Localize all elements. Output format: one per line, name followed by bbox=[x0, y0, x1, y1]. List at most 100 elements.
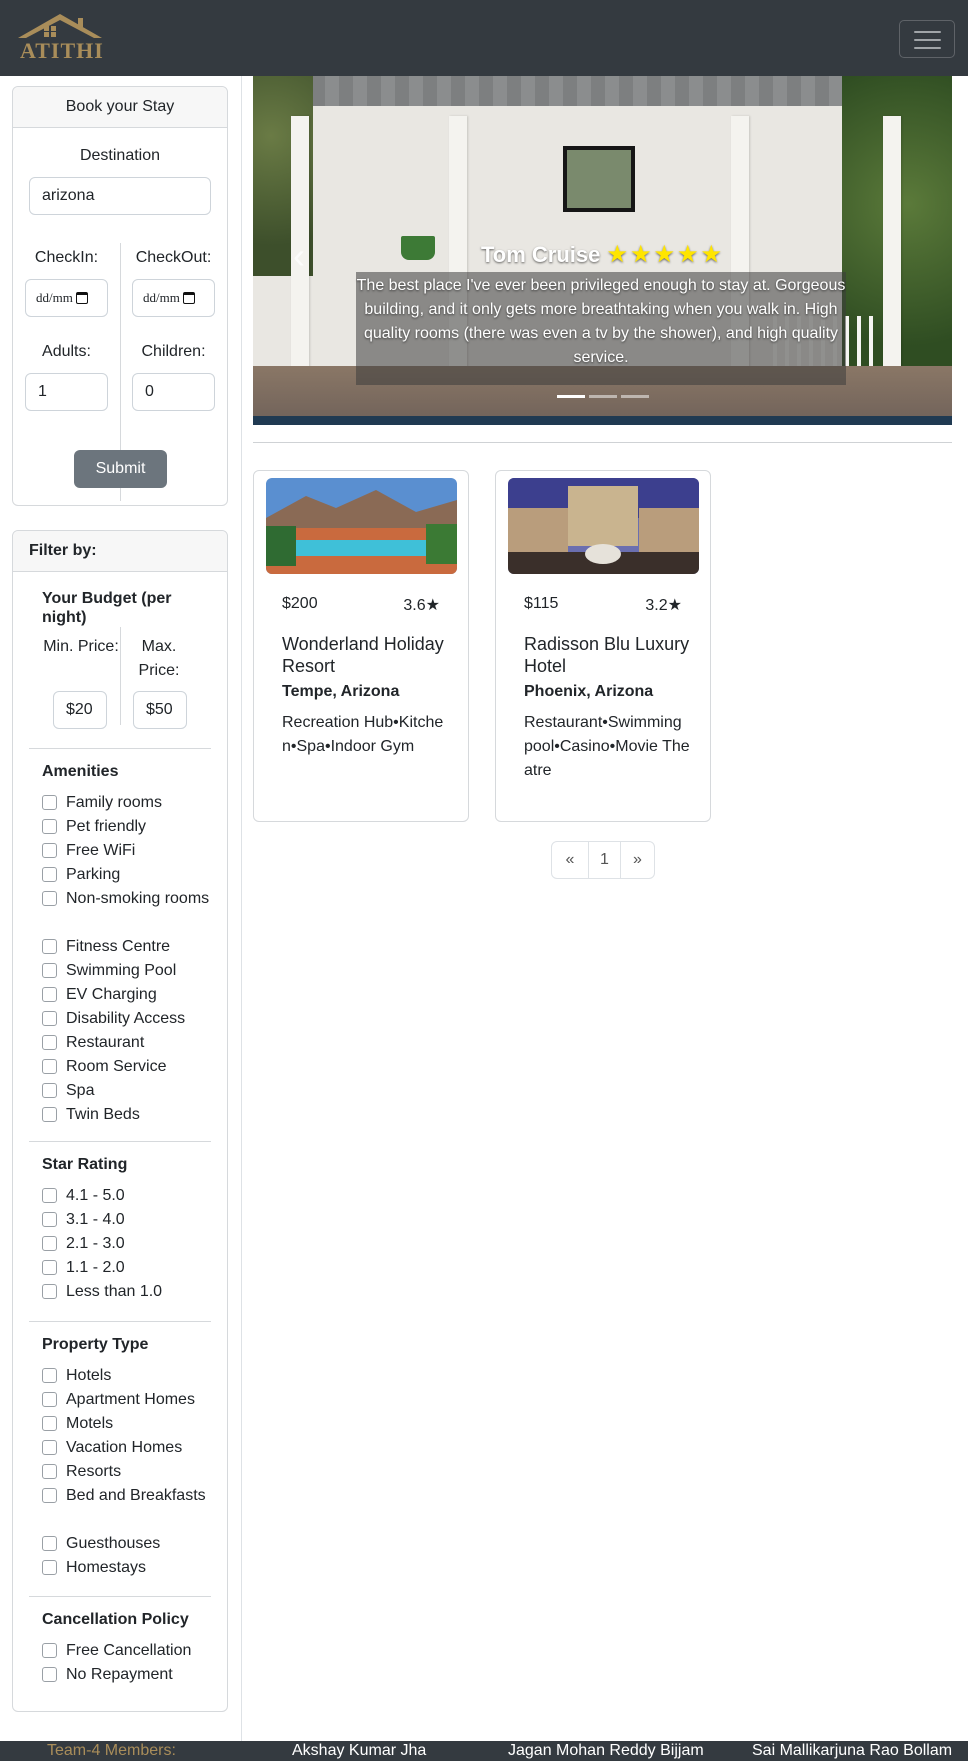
amenity-option[interactable]: Pet friendly bbox=[42, 815, 212, 839]
property-type-option[interactable]: Motels bbox=[42, 1412, 212, 1436]
property-type-option[interactable]: Hotels bbox=[42, 1364, 212, 1388]
hotel-rating: 3.6★ bbox=[403, 595, 440, 615]
amenity-option[interactable]: Free WiFi bbox=[42, 839, 212, 863]
property-type-option-label: Resorts bbox=[66, 1463, 122, 1480]
menu-toggle-button[interactable] bbox=[899, 20, 955, 58]
star-rating-option[interactable]: 2.1 - 3.0 bbox=[42, 1232, 212, 1256]
footer: Team-4 Members: Akshay Kumar Jha Jagan M… bbox=[0, 1741, 968, 1761]
amenity-option[interactable]: EV Charging bbox=[42, 983, 212, 1007]
property-type-option[interactable]: Homestays bbox=[42, 1556, 212, 1580]
max-price-input[interactable]: $50 bbox=[133, 691, 187, 729]
children-input[interactable]: 0 bbox=[132, 373, 215, 411]
checkbox[interactable] bbox=[42, 939, 57, 954]
review-carousel: ‹ Tom Cruise ★★★★★ The best place I've e… bbox=[253, 76, 952, 425]
checkbox[interactable] bbox=[42, 891, 57, 906]
checkbox[interactable] bbox=[42, 1188, 57, 1203]
hotel-name[interactable]: Wonderland Holiday Resort bbox=[282, 633, 452, 677]
property-type-option[interactable]: Vacation Homes bbox=[42, 1436, 212, 1460]
checkbox[interactable] bbox=[42, 1464, 57, 1479]
pagination-page[interactable]: 1 bbox=[588, 842, 620, 878]
checkbox[interactable] bbox=[42, 1059, 57, 1074]
destination-input[interactable]: arizona bbox=[29, 177, 211, 215]
star-rating-option[interactable]: Less than 1.0 bbox=[42, 1280, 212, 1304]
checkbox[interactable] bbox=[42, 843, 57, 858]
amenity-option[interactable]: Twin Beds bbox=[42, 1103, 212, 1127]
cancellation-option[interactable]: Free Cancellation bbox=[42, 1639, 212, 1663]
hotel-amenities: Recreation Hub•Kitchen•Spa•Indoor Gym bbox=[282, 714, 444, 755]
min-price-label: Min. Price: bbox=[43, 638, 119, 655]
children-label: Children: bbox=[141, 343, 206, 360]
review-text: The best place I've ever been privileged… bbox=[356, 277, 846, 366]
calendar-icon[interactable] bbox=[75, 292, 88, 304]
hotel-amenities: Restaurant•Swimming pool•Casino•Movie Th… bbox=[524, 714, 690, 779]
amenity-option[interactable]: Disability Access bbox=[42, 1007, 212, 1031]
star-rating-option[interactable]: 3.1 - 4.0 bbox=[42, 1208, 212, 1232]
hotel-card[interactable]: $115 3.2★ Radisson Blu Luxury Hotel Phoe… bbox=[495, 470, 711, 822]
hotel-image[interactable] bbox=[508, 478, 699, 574]
checkbox[interactable] bbox=[42, 1440, 57, 1455]
min-price-input[interactable]: $20 bbox=[53, 691, 107, 729]
checkbox[interactable] bbox=[42, 1212, 57, 1227]
checkbox[interactable] bbox=[42, 819, 57, 834]
amenity-option[interactable]: Spa bbox=[42, 1079, 212, 1103]
footer-member: Akshay Kumar Jha bbox=[292, 1742, 427, 1759]
checkout-date-input[interactable]: dd/mm bbox=[132, 279, 215, 317]
checkbox[interactable] bbox=[42, 1035, 57, 1050]
checkbox[interactable] bbox=[42, 1284, 57, 1299]
checkbox[interactable] bbox=[42, 1560, 57, 1575]
property-type-option[interactable]: Apartment Homes bbox=[42, 1388, 212, 1412]
checkbox[interactable] bbox=[42, 795, 57, 810]
hotel-name[interactable]: Radisson Blu Luxury Hotel bbox=[524, 633, 694, 677]
hotel-price: $200 bbox=[282, 595, 318, 612]
calendar-icon[interactable] bbox=[182, 292, 195, 304]
hotel-image[interactable] bbox=[266, 478, 457, 574]
star-rating-option-label: 1.1 - 2.0 bbox=[66, 1259, 125, 1276]
checkbox[interactable] bbox=[42, 1368, 57, 1383]
section-divider bbox=[29, 1141, 211, 1142]
checkbox[interactable] bbox=[42, 1107, 57, 1122]
hotel-rating-value: 3.2 bbox=[645, 597, 668, 614]
property-type-option[interactable]: Resorts bbox=[42, 1460, 212, 1484]
star-rating-option-label: Less than 1.0 bbox=[66, 1283, 163, 1300]
carousel-indicator[interactable] bbox=[588, 395, 617, 398]
checkbox[interactable] bbox=[42, 1083, 57, 1098]
checkbox[interactable] bbox=[42, 1392, 57, 1407]
checkbox[interactable] bbox=[42, 1260, 57, 1275]
amenity-option[interactable]: Room Service bbox=[42, 1055, 212, 1079]
pagination-prev[interactable]: « bbox=[552, 842, 588, 878]
submit-button[interactable]: Submit bbox=[74, 450, 167, 488]
amenity-option[interactable]: Non-smoking rooms bbox=[42, 887, 212, 911]
checkbox[interactable] bbox=[42, 1488, 57, 1503]
checkbox[interactable] bbox=[42, 963, 57, 978]
amenity-option[interactable]: Family rooms bbox=[42, 791, 212, 815]
property-type-option[interactable]: Bed and Breakfasts bbox=[42, 1484, 212, 1508]
checkbox[interactable] bbox=[42, 1236, 57, 1251]
amenity-option[interactable]: Fitness Centre bbox=[42, 935, 212, 959]
carousel-indicator[interactable] bbox=[556, 395, 585, 398]
cancellation-option[interactable]: No Repayment bbox=[42, 1663, 212, 1687]
hamburger-line bbox=[914, 31, 941, 33]
adults-input[interactable]: 1 bbox=[25, 373, 108, 411]
amenity-option-label: Room Service bbox=[66, 1058, 167, 1075]
amenity-option[interactable]: Parking bbox=[42, 863, 212, 887]
star-rating-option[interactable]: 4.1 - 5.0 bbox=[42, 1184, 212, 1208]
carousel-indicator[interactable] bbox=[620, 395, 649, 398]
filter-card: Filter by: Your Budget (per night) Min. … bbox=[12, 530, 228, 1712]
checkbox[interactable] bbox=[42, 987, 57, 1002]
property-type-option-label: Bed and Breakfasts bbox=[66, 1487, 206, 1504]
checkin-date-input[interactable]: dd/mm bbox=[25, 279, 108, 317]
property-type-option[interactable]: Guesthouses bbox=[42, 1532, 212, 1556]
checkbox[interactable] bbox=[42, 1536, 57, 1551]
amenity-option[interactable]: Restaurant bbox=[42, 1031, 212, 1055]
brand-logo[interactable]: ATITHI bbox=[14, 12, 106, 63]
amenity-option[interactable]: Swimming Pool bbox=[42, 959, 212, 983]
hotel-card[interactable]: $200 3.6★ Wonderland Holiday Resort Temp… bbox=[253, 470, 469, 822]
checkbox[interactable] bbox=[42, 1416, 57, 1431]
checkbox[interactable] bbox=[42, 1643, 57, 1658]
checkbox[interactable] bbox=[42, 867, 57, 882]
checkbox[interactable] bbox=[42, 1667, 57, 1682]
checkbox[interactable] bbox=[42, 1011, 57, 1026]
star-rating-option[interactable]: 1.1 - 2.0 bbox=[42, 1256, 212, 1280]
pagination-next[interactable]: » bbox=[620, 842, 654, 878]
star-rating-option-label: 4.1 - 5.0 bbox=[66, 1187, 125, 1204]
